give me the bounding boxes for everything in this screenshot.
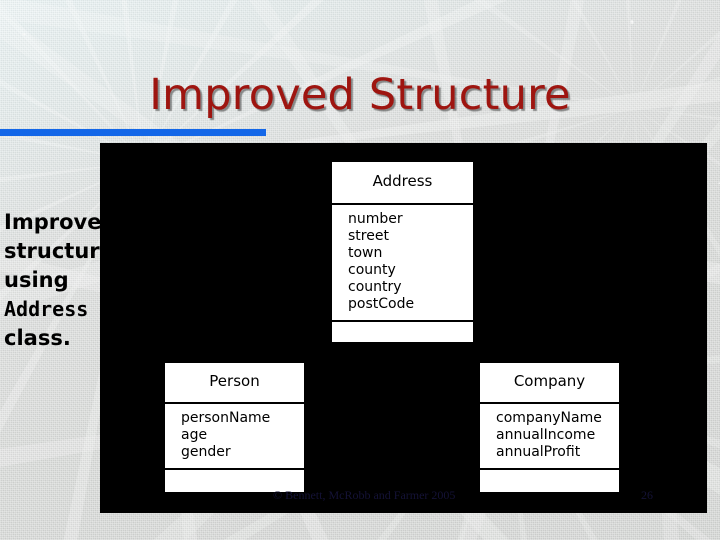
- footer-page-number: 26: [641, 488, 653, 502]
- uml-attribute: county: [348, 262, 396, 278]
- uml-attribute: number: [348, 211, 403, 227]
- uml-attribute: postCode: [348, 296, 415, 312]
- uml-attributes-company: companyName annualIncome annualProfit: [480, 404, 619, 470]
- uml-attribute: annualProfit: [496, 444, 581, 460]
- uml-class-address: Address number street town county countr…: [330, 160, 475, 344]
- uml-class-name-person: Person: [165, 363, 304, 404]
- title-underline-rule: [0, 129, 266, 136]
- uml-attribute: town: [348, 245, 383, 261]
- uml-attributes-address: number street town county country postCo…: [332, 205, 473, 322]
- slide-title: Improved Structure: [149, 70, 571, 120]
- uml-attribute: street: [348, 228, 389, 244]
- footer-copyright: © Bennett, McRobb and Farmer 2005: [273, 488, 456, 502]
- slide: Improved Structure Improved structure us…: [0, 0, 720, 540]
- uml-class-name-address: Address: [332, 162, 473, 205]
- uml-attribute: companyName: [496, 410, 602, 426]
- uml-class-name-company: Company: [480, 363, 619, 404]
- uml-class-person: Person personName age gender: [163, 361, 306, 494]
- uml-attribute: personName: [181, 410, 271, 426]
- uml-attribute: annualIncome: [496, 427, 596, 443]
- uml-attribute: age: [181, 427, 208, 443]
- uml-operations-address: [332, 322, 473, 342]
- uml-class-company: Company companyName annualIncome annualP…: [478, 361, 621, 494]
- uml-attribute: country: [348, 279, 402, 295]
- class-diagram-picture: Address number street town county countr…: [100, 143, 707, 513]
- uml-operations-company: [480, 470, 619, 492]
- uml-attribute: gender: [181, 444, 231, 460]
- uml-attributes-person: personName age gender: [165, 404, 304, 470]
